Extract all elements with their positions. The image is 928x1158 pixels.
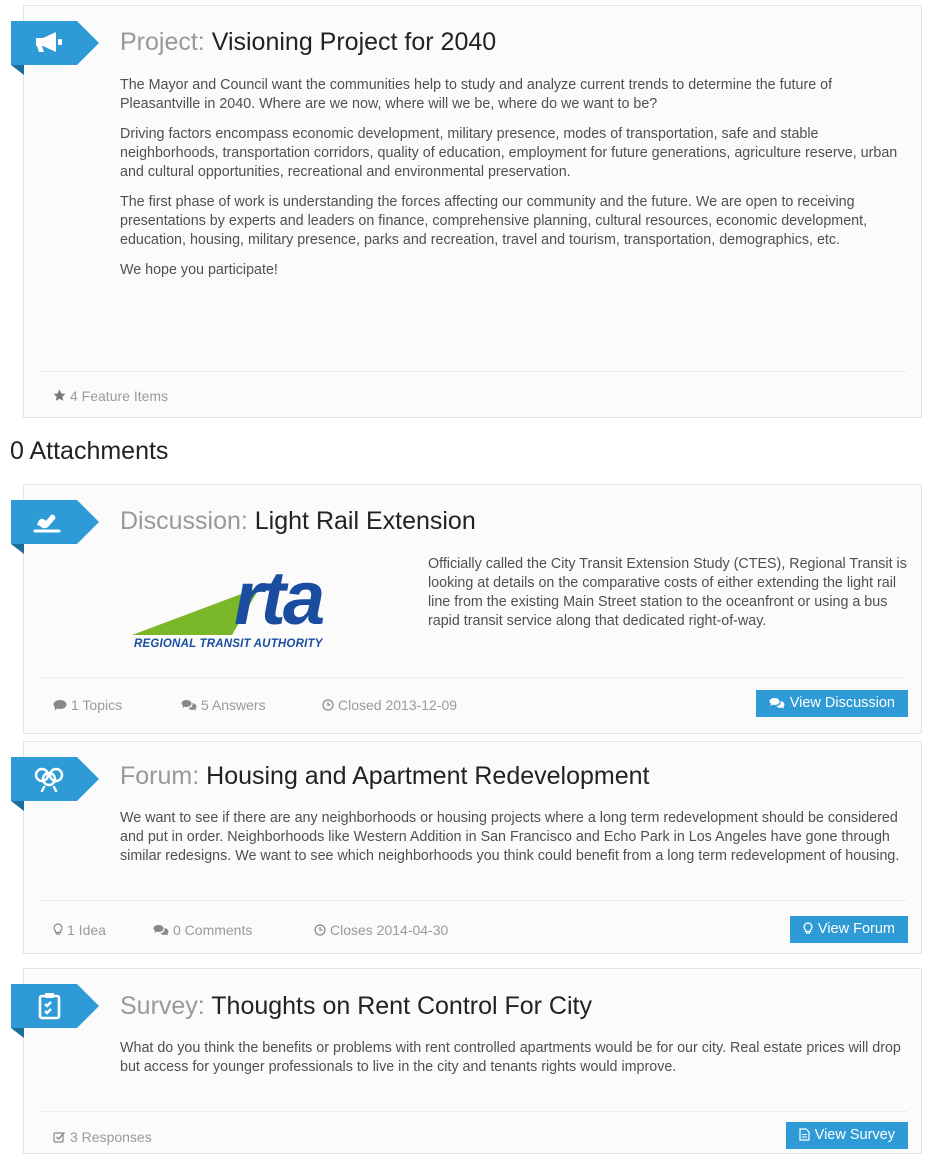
lightbulb-icon xyxy=(803,922,813,934)
discussion-title: Discussion: Light Rail Extension xyxy=(120,507,476,536)
forum-ideas: 1 Idea xyxy=(53,922,106,938)
view-forum-button[interactable]: View Forum xyxy=(789,916,908,943)
discussion-name: Light Rail Extension xyxy=(254,507,476,535)
view-discussion-button[interactable]: View Discussion xyxy=(755,690,908,717)
discussion-card: Discussion: Light Rail Extension rta REG… xyxy=(11,484,922,734)
survey-title: Survey: Thoughts on Rent Control For Cit… xyxy=(120,992,592,1021)
project-type-label: Project: xyxy=(120,28,205,56)
survey-description: What do you think the benefits or proble… xyxy=(120,1040,901,1075)
project-paragraph: The Mayor and Council want the communiti… xyxy=(120,77,833,112)
comments-icon xyxy=(153,925,169,936)
forum-icon xyxy=(34,767,64,792)
survey-divider xyxy=(38,1111,907,1112)
forum-title: Forum: Housing and Apartment Redevelopme… xyxy=(120,762,649,791)
forum-type-label: Forum: xyxy=(120,762,200,790)
megaphone-icon xyxy=(36,32,62,52)
comments-icon xyxy=(769,698,785,709)
ribbon-fold xyxy=(11,801,24,811)
feature-items[interactable]: 4 Feature Items xyxy=(53,388,168,404)
ribbon-fold xyxy=(11,65,24,75)
star-icon xyxy=(53,389,66,401)
forum-description: We want to see if there are any neighbor… xyxy=(120,810,900,864)
survey-icon xyxy=(38,993,61,1020)
attachments-heading: 0 Attachments xyxy=(10,437,169,465)
forum-divider xyxy=(38,900,907,901)
ribbon-fold xyxy=(11,1028,24,1038)
ribbon-fold xyxy=(11,544,24,554)
survey-card: Survey: Thoughts on Rent Control For Cit… xyxy=(11,968,922,1154)
forum-ribbon xyxy=(11,757,99,801)
rta-logo-caption: REGIONAL TRANSIT AUTHORITY xyxy=(134,638,323,650)
discussion-divider xyxy=(38,677,907,678)
view-survey-button[interactable]: View Survey xyxy=(785,1122,908,1149)
project-paragraph: We hope you participate! xyxy=(120,262,278,278)
clock-icon xyxy=(314,924,326,936)
project-description: The Mayor and Council want the communiti… xyxy=(120,76,910,291)
forum-name: Housing and Apartment Redevelopment xyxy=(206,762,650,790)
survey-responses: 3 Responses xyxy=(53,1129,152,1145)
project-card: Project: Visioning Project for 2040 The … xyxy=(11,5,922,418)
clock-icon xyxy=(322,699,334,711)
document-icon xyxy=(799,1128,810,1141)
comments-icon xyxy=(181,700,197,711)
project-paragraph: The first phase of work is understanding… xyxy=(120,194,868,248)
comment-icon xyxy=(53,700,67,711)
rta-logo-text: rta xyxy=(234,556,325,641)
survey-name: Thoughts on Rent Control For City xyxy=(211,992,592,1020)
project-title: Project: Visioning Project for 2040 xyxy=(120,28,496,57)
discussion-icon xyxy=(33,514,61,533)
forum-closes: Closes 2014-04-30 xyxy=(314,922,448,938)
survey-ribbon xyxy=(11,984,99,1028)
rta-logo: rta REGIONAL TRANSIT AUTHORITY xyxy=(132,561,387,655)
forum-card: Forum: Housing and Apartment Redevelopme… xyxy=(11,741,922,954)
project-divider xyxy=(38,371,907,372)
forum-comments: 0 Comments xyxy=(153,922,252,938)
lightbulb-icon xyxy=(53,923,63,935)
discussion-ribbon xyxy=(11,500,99,544)
discussion-type-label: Discussion: xyxy=(120,507,248,535)
checkbox-icon xyxy=(53,1132,65,1143)
project-name: Visioning Project for 2040 xyxy=(211,28,497,56)
project-ribbon xyxy=(11,21,99,65)
survey-type-label: Survey: xyxy=(120,992,205,1020)
project-paragraph: Driving factors encompass economic devel… xyxy=(120,126,898,180)
discussion-answers: 5 Answers xyxy=(181,697,266,713)
discussion-description: Officially called the City Transit Exten… xyxy=(428,556,907,629)
discussion-closed: Closed 2013-12-09 xyxy=(322,697,457,713)
discussion-topics: 1 Topics xyxy=(53,697,122,713)
